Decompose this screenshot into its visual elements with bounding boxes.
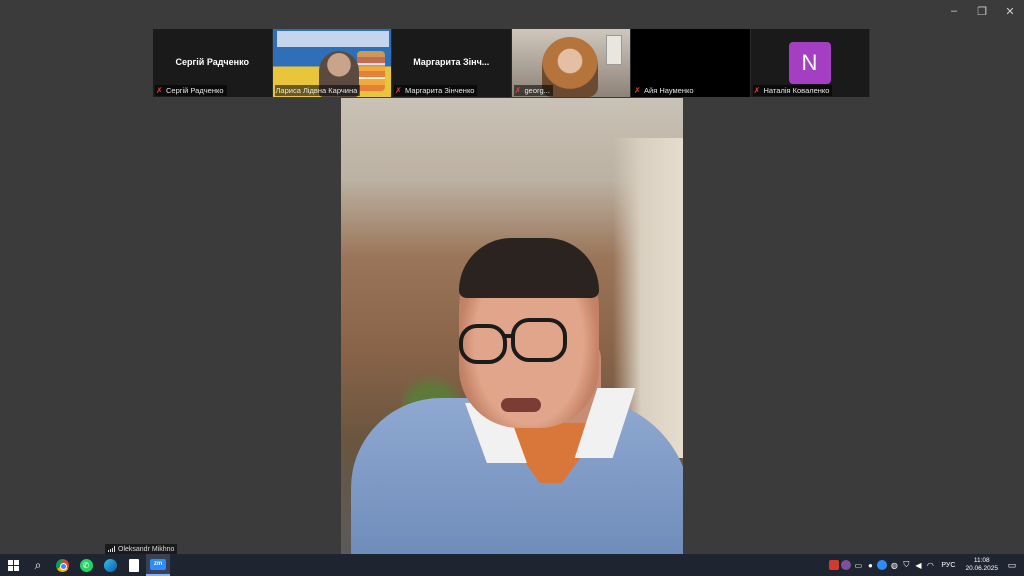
speaker-hair	[459, 238, 599, 298]
participant-tile[interactable]: Лариса Лiдвна Карчина	[272, 29, 392, 97]
participant-label: ✗ georg...	[513, 85, 553, 96]
participant-name-display: Сергій Радченко	[175, 57, 249, 67]
device-icon[interactable]: ▭	[853, 560, 863, 570]
participant-label: ✗ Сергій Радченко	[155, 85, 227, 96]
participant-label: ✗ Наталія Коваленко	[752, 85, 833, 96]
participant-tile[interactable]: N ✗ Наталія Коваленко	[750, 29, 870, 97]
speaker-glasses	[459, 324, 507, 364]
active-speaker-name: Oleksandr Mikhno	[118, 545, 175, 553]
participant-label: ✗ Маргарита Зінченко	[394, 85, 478, 96]
zoom-meeting-window: – ❐ ✕ Сергій Радченко ✗ Сергій Радченко …	[0, 0, 1024, 554]
signal-bars-icon	[108, 546, 115, 552]
clock-time: 11:08	[973, 557, 990, 564]
file-icon[interactable]	[122, 554, 146, 576]
speaker-icon[interactable]: ◀	[913, 560, 923, 570]
network-icon[interactable]: ◍	[889, 560, 899, 570]
mic-icon[interactable]: ●	[865, 560, 875, 570]
participant-name: Айя Науменко	[644, 86, 694, 95]
windows-start-icon[interactable]	[0, 554, 26, 576]
participant-tile[interactable]: ✗ Айя Науменко	[631, 29, 751, 97]
chrome-icon[interactable]	[50, 554, 74, 576]
speaker-glasses	[511, 318, 567, 362]
windows-taskbar: ⌕ ✆ zm ▭ ● ◍ ⛉ ◀ ◠ РУС 11:08 20.06.2025 …	[0, 554, 1024, 576]
participant-name-display: Маргарита Зінч...	[413, 57, 490, 67]
restore-icon[interactable]: ❐	[968, 0, 996, 22]
speaker-glasses-bridge	[503, 334, 515, 338]
shield-icon[interactable]: ⛉	[901, 560, 911, 570]
mic-muted-icon: ✗	[156, 85, 163, 95]
shared-background-banner	[276, 31, 389, 47]
window-controls: – ❐ ✕	[940, 0, 1024, 22]
mic-muted-icon: ✗	[634, 85, 641, 95]
participant-label: Лариса Лiдвна Карчина	[274, 85, 361, 96]
zoom-icon[interactable]: zm	[146, 554, 170, 576]
participant-tile[interactable]: ✗ georg...	[511, 29, 631, 97]
wifi-icon[interactable]: ◠	[925, 560, 935, 570]
participant-strip: Сергій Радченко ✗ Сергій Радченко Лариса…	[153, 29, 870, 97]
active-speaker-label: Oleksandr Mikhno	[105, 544, 178, 554]
participant-name: Маргарита Зінченко	[405, 86, 475, 95]
notification-icon[interactable]: ▭	[1004, 554, 1020, 576]
clock-date: 20.06.2025	[965, 565, 998, 572]
participant-name: Наталія Коваленко	[763, 86, 830, 95]
search-icon[interactable]: ⌕	[26, 554, 50, 576]
background-graphics	[357, 51, 385, 91]
record-icon[interactable]	[829, 560, 840, 570]
background-window	[606, 35, 622, 65]
minimize-icon[interactable]: –	[940, 0, 968, 22]
speaker-mouth	[501, 398, 541, 412]
whatsapp-icon[interactable]: ✆	[74, 554, 98, 576]
zoom-tray-icon[interactable]	[877, 560, 888, 570]
participant-label: ✗ Айя Науменко	[633, 85, 697, 96]
system-tray: ▭ ● ◍ ⛉ ◀ ◠ РУС 11:08 20.06.2025 ▭	[829, 554, 1024, 576]
mic-muted-icon: ✗	[395, 85, 402, 95]
mic-muted-icon: ✗	[514, 85, 522, 95]
participant-name: Сергій Радченко	[166, 86, 224, 95]
avatar: N	[788, 42, 831, 84]
language-indicator[interactable]: РУС	[937, 562, 959, 569]
participant-tile[interactable]: Маргарита Зінч... ✗ Маргарита Зінченко	[392, 29, 512, 97]
edge-icon[interactable]	[98, 554, 122, 576]
participant-name: Лариса Лiдвна Карчина	[275, 86, 358, 95]
viber-icon[interactable]	[841, 560, 852, 570]
participant-tile[interactable]: Сергій Радченко ✗ Сергій Радченко	[153, 29, 273, 97]
participant-name: georg...	[524, 86, 550, 95]
close-icon[interactable]: ✕	[996, 0, 1024, 22]
active-speaker-video[interactable]	[341, 98, 683, 554]
mic-muted-icon: ✗	[753, 85, 761, 95]
clock[interactable]: 11:08 20.06.2025	[961, 557, 1002, 573]
